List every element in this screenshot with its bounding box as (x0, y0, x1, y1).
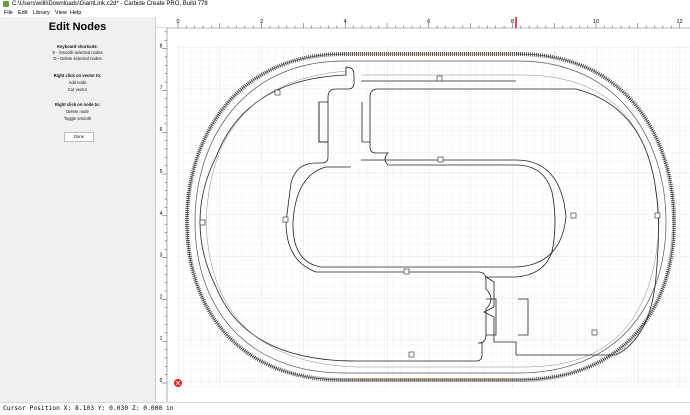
title-bar: C:\Users\willi\Downloads\GiantLink.c2d* … (0, 0, 690, 9)
node-handle[interactable] (199, 219, 206, 226)
vector-add-node: Add node (68, 80, 87, 85)
origin-marker (174, 379, 182, 387)
shortcut-smooth: S - Smooth selected nodes (52, 50, 103, 55)
vector-title: Right click on vector to: (53, 73, 102, 78)
top-tick-4: 4 (344, 19, 347, 25)
node-handle[interactable] (403, 268, 410, 275)
node-title: Right click on node to: (54, 102, 101, 107)
menu-edit[interactable]: Edit (18, 9, 27, 17)
shortcut-delete: D - Delete selected nodes (53, 56, 102, 61)
node-handle[interactable] (408, 351, 415, 358)
menu-file[interactable]: File (4, 9, 13, 17)
left-tick-8: 8 (160, 44, 163, 50)
top-ruler (156, 17, 690, 28)
left-tick-1: 1 (160, 336, 163, 342)
top-tick-0: 0 (176, 19, 179, 25)
left-tick-4: 4 (160, 211, 163, 217)
node-handle[interactable] (570, 212, 577, 219)
app-icon (3, 1, 9, 7)
node-handle[interactable] (437, 156, 444, 163)
left-tick-7: 7 (160, 85, 163, 91)
node-toggle-smooth: Toggle smooth (63, 116, 92, 121)
window-title: C:\Users\willi\Downloads\GiantLink.c2d* … (12, 1, 208, 7)
node-handle[interactable] (274, 89, 281, 96)
done-button[interactable]: Done (64, 132, 94, 142)
shortcuts-title: Keyboard shortcuts: (57, 44, 98, 49)
left-tick-0: 0 (160, 378, 163, 384)
left-tick-6: 6 (160, 127, 163, 133)
node-handle[interactable] (436, 75, 443, 82)
left-tick-2: 2 (160, 294, 163, 300)
panel-heading: Edit Nodes (48, 21, 107, 33)
node-handle[interactable] (282, 216, 289, 223)
top-tick-2: 2 (260, 19, 263, 25)
menu-help[interactable]: Help (70, 9, 81, 17)
menu-view[interactable]: View (55, 9, 67, 17)
menu-library[interactable]: Library (33, 9, 50, 17)
canvas-svg[interactable]: 0 2 4 6 8 10 12 0 1 2 3 4 5 6 7 8 (156, 17, 690, 402)
top-tick-8: 8 (511, 19, 514, 25)
top-tick-10: 10 (593, 19, 599, 25)
left-tick-3: 3 (160, 253, 163, 259)
edit-nodes-panel: Edit Nodes Keyboard shortcuts: S - Smoot… (0, 17, 156, 402)
design-canvas[interactable]: 0 2 4 6 8 10 12 0 1 2 3 4 5 6 7 8 (156, 17, 690, 402)
node-handle[interactable] (654, 212, 661, 219)
top-tick-12: 12 (677, 19, 683, 25)
grid (178, 45, 690, 388)
left-tick-5: 5 (160, 169, 163, 175)
node-handle[interactable] (591, 329, 598, 336)
node-delete: Delete node (66, 109, 89, 114)
status-bar: Cursor Position X: 8.103 Y: 0.030 Z: 0.0… (0, 402, 690, 415)
menu-bar: File Edit Library View Help (0, 9, 690, 17)
top-tick-6: 6 (427, 19, 430, 25)
vector-cut: Cut vector (67, 87, 88, 92)
cursor-position: Cursor Position X: 8.103 Y: 0.030 Z: 0.0… (3, 405, 174, 412)
